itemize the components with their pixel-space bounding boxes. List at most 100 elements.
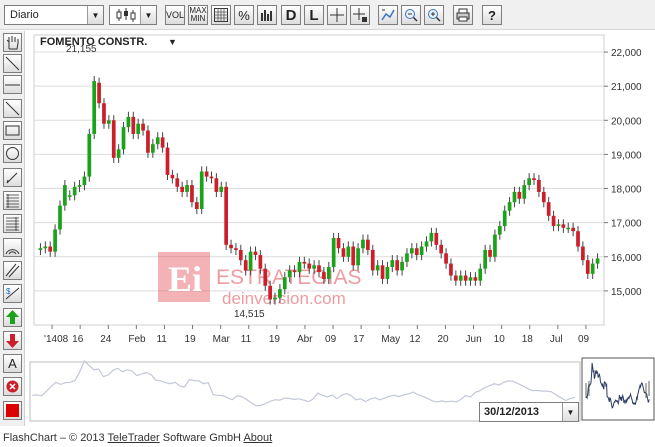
candle-body [561, 224, 566, 228]
trend-channel-tool[interactable] [3, 99, 22, 118]
candle-body [136, 123, 141, 134]
fan-icon [6, 217, 19, 231]
parallel-lines-tool[interactable] [3, 261, 22, 280]
candle-body [356, 248, 360, 266]
candle-body [307, 263, 312, 269]
candle-body [170, 174, 175, 179]
candle-body [409, 248, 414, 254]
chevron-down-icon[interactable]: ▼ [562, 403, 578, 421]
candle-body [107, 120, 111, 124]
candle-body [493, 234, 497, 257]
delete-tool[interactable] [3, 377, 22, 396]
title-chevron-icon[interactable]: ▼ [168, 37, 177, 47]
x-tick-label: 24 [100, 334, 112, 345]
watermark-main: ESTRATEGIAS [216, 266, 361, 289]
ellipse-tool[interactable] [3, 144, 22, 163]
arc-tool[interactable] [3, 238, 22, 257]
x-tick-label: 19 [185, 334, 197, 345]
candle-body [165, 147, 170, 175]
help-label: ? [488, 7, 496, 23]
candle-body [38, 248, 43, 250]
candle-body [82, 176, 87, 186]
fibonacci-fan-tool[interactable] [3, 214, 22, 233]
price-tool[interactable]: $ [3, 284, 22, 303]
x-tick-label: Feb [128, 334, 146, 345]
watermark-sub: deinversion.com [222, 289, 346, 308]
candle-body [160, 137, 165, 148]
teletrader-link[interactable]: TeleTrader [108, 432, 160, 444]
min-label: MIN [190, 14, 206, 23]
y-tick-label: 17,000 [611, 219, 642, 230]
volume-button[interactable]: VOL [165, 5, 185, 25]
print-button[interactable] [453, 5, 473, 25]
candle-body [253, 251, 258, 256]
date-value: 30/12/2013 [484, 406, 540, 418]
candle-body [546, 202, 551, 216]
candle-body [483, 249, 488, 269]
candle-body [185, 185, 189, 192]
log-button[interactable]: L [304, 5, 324, 25]
candle-body [414, 248, 419, 256]
about-link[interactable]: About [243, 432, 272, 444]
candle-body [390, 260, 395, 267]
candle-body [238, 249, 243, 261]
candle-body [131, 116, 136, 134]
grid-button[interactable] [211, 5, 231, 25]
candle-body [571, 227, 575, 232]
l-label: L [309, 6, 319, 24]
sell-signal-tool[interactable] [3, 331, 22, 350]
buy-signal-tool[interactable] [3, 308, 22, 327]
candle-body [258, 255, 263, 269]
candle-body [72, 186, 77, 196]
candle-body [282, 277, 287, 290]
channel-icon [5, 101, 20, 116]
crosshair-button[interactable] [327, 5, 347, 25]
crosshair-label-button[interactable] [350, 5, 370, 25]
compare-button[interactable] [378, 5, 398, 25]
pencil-icon [6, 172, 18, 184]
zoom-out-button[interactable] [401, 5, 421, 25]
horizontal-line-tool[interactable] [3, 75, 22, 94]
candle-body [463, 275, 468, 281]
line-icon [5, 56, 20, 71]
hand-tool[interactable] [3, 33, 22, 52]
y-tick-label: 19,000 [611, 150, 642, 161]
candle-body [126, 116, 131, 128]
x-tick-label: 16 [72, 334, 84, 345]
maxmin-button[interactable]: MAX MIN [188, 5, 208, 25]
chart-style-button[interactable] [257, 5, 277, 25]
fibonacci-tool[interactable] [3, 191, 22, 210]
line-tool[interactable] [3, 54, 22, 73]
period-select[interactable]: Diario ▼ [4, 5, 104, 25]
candle-body [92, 81, 97, 134]
candle-body [180, 186, 185, 192]
candle-body [346, 246, 351, 257]
price-chart[interactable]: Ei ESTRATEGIAS deinversion.com 15,000 16,… [26, 31, 655, 426]
daily-button[interactable]: D [281, 5, 301, 25]
candle-body [502, 210, 507, 227]
help-button[interactable]: ? [482, 5, 502, 25]
candle-body [97, 82, 101, 104]
candle-body [312, 265, 316, 269]
candle-body [287, 270, 292, 278]
chevron-down-icon[interactable]: ▼ [87, 6, 103, 24]
delete-icon [6, 380, 19, 393]
x-tick-label: Mar [213, 334, 231, 345]
arrow-up-icon [6, 310, 19, 324]
color-tool[interactable] [3, 401, 22, 420]
candle-body [273, 297, 277, 300]
chart-type-select[interactable]: ▼ [109, 5, 157, 25]
rectangle-tool[interactable] [3, 121, 22, 140]
pencil-tool[interactable] [3, 168, 22, 187]
chevron-down-icon[interactable]: ▼ [140, 6, 156, 24]
candle-body [263, 268, 268, 286]
text-tool[interactable]: A [3, 354, 22, 373]
period-select-value: Diario [10, 9, 39, 21]
dollar-line-icon: $ [5, 287, 20, 300]
parallel-lines-icon [5, 263, 20, 278]
candle-body [204, 171, 209, 177]
percent-button[interactable]: % [234, 5, 254, 25]
zoom-in-button[interactable] [424, 5, 444, 25]
date-select[interactable]: 30/12/2013 ▼ [479, 402, 579, 422]
candle-body [478, 268, 483, 281]
